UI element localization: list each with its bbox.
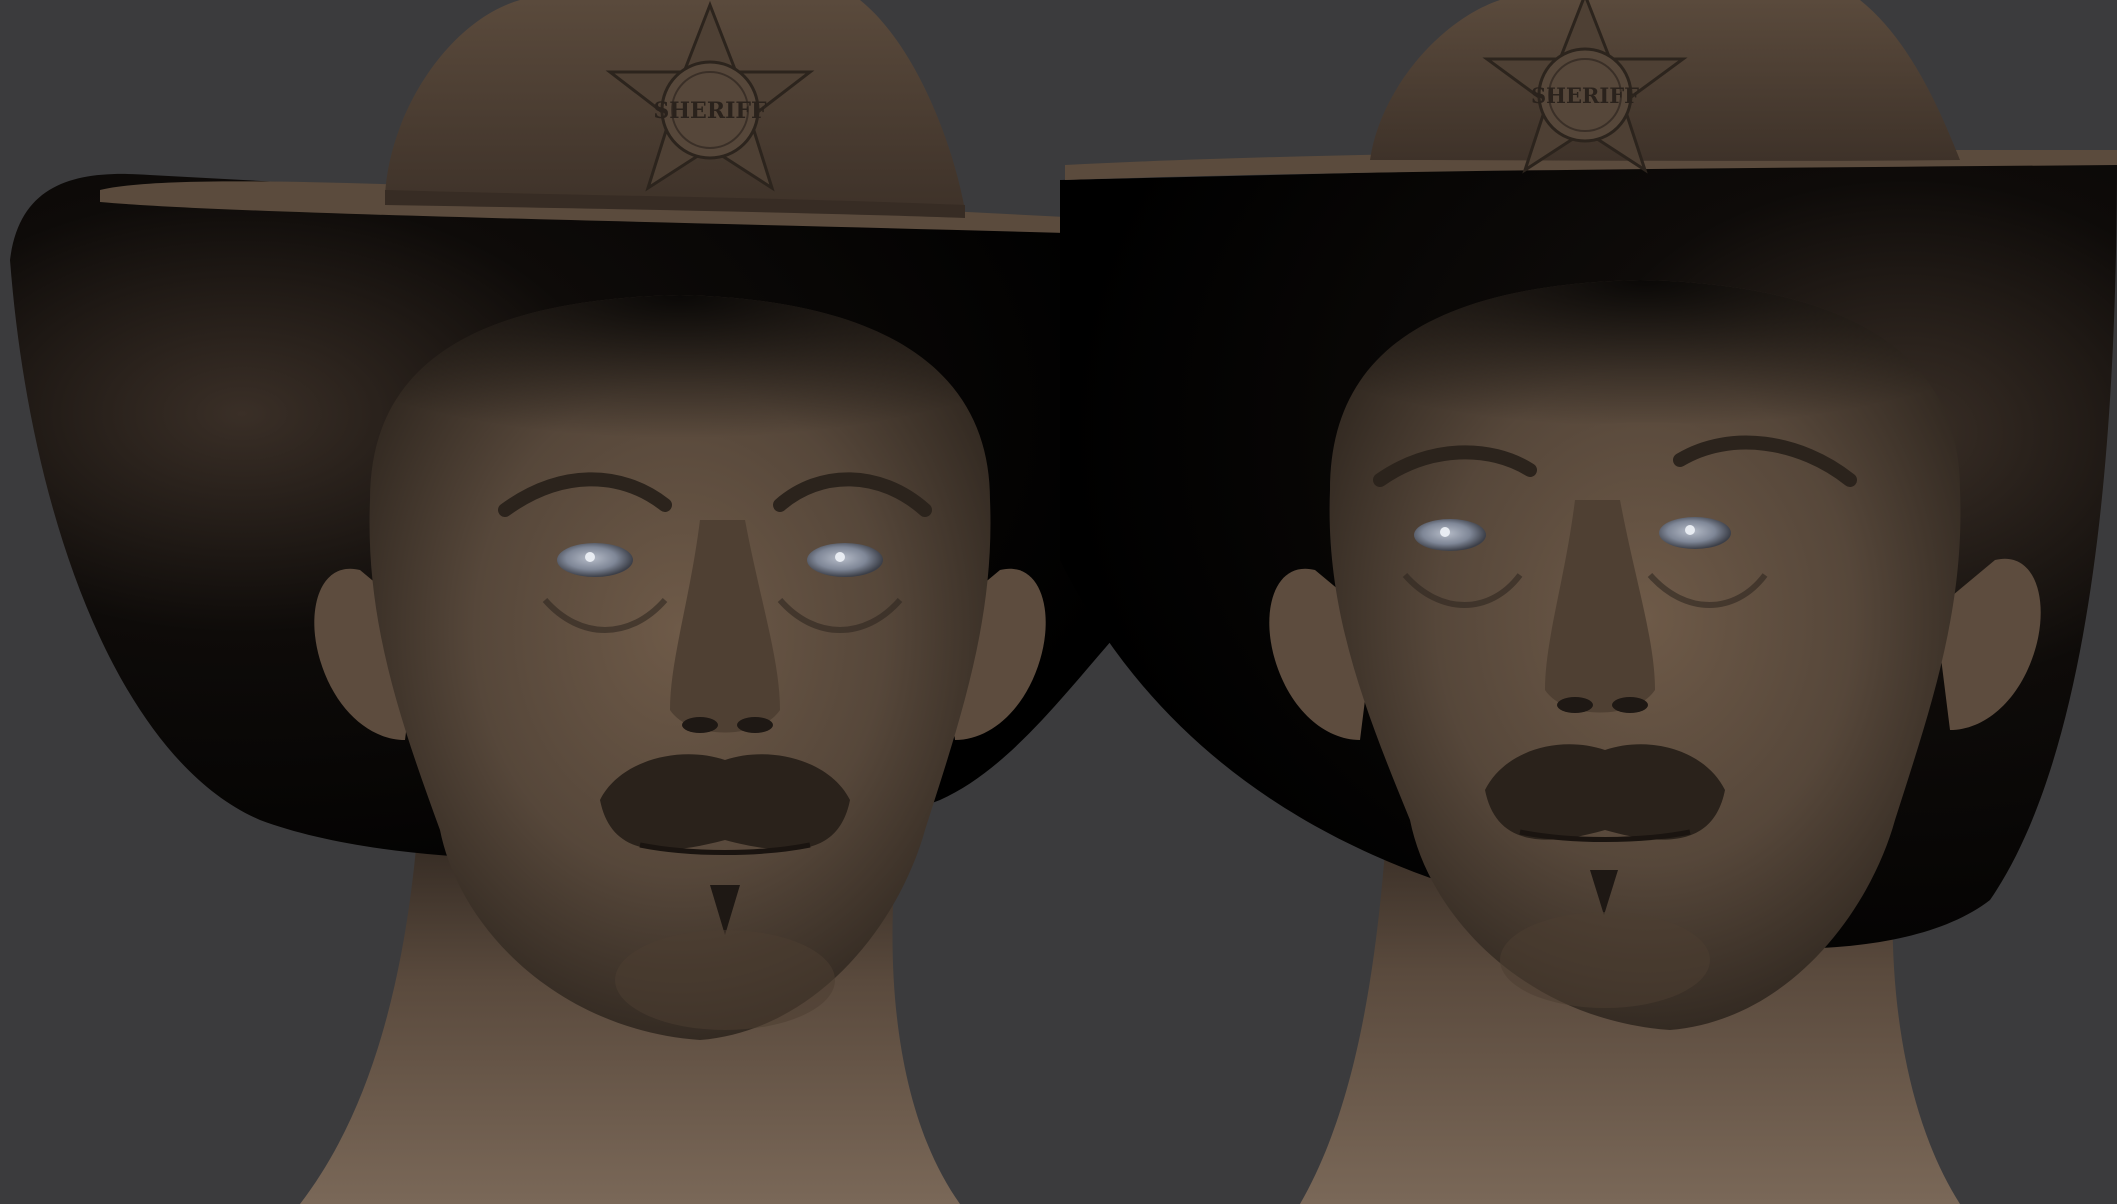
mustache	[1485, 744, 1725, 840]
render-viewport: SHERIFF SHERIFF	[0, 0, 2117, 1204]
right-eye	[807, 543, 883, 577]
mustache	[600, 754, 850, 850]
angle-render-canvas: SHERIFF	[1060, 0, 2117, 1204]
badge-text: SHERIFF	[1531, 83, 1639, 108]
badge-text: SHERIFF	[653, 98, 767, 124]
sheriff-bust-front-render: SHERIFF	[0, 0, 1170, 1204]
left-eye	[1414, 519, 1486, 551]
left-eye	[557, 543, 633, 577]
front-render-canvas: SHERIFF	[10, 0, 1170, 1204]
right-eye	[1659, 517, 1731, 549]
hat-crown	[1370, 0, 1960, 161]
sheriff-bust-angle-render: SHERIFF	[1060, 0, 2117, 1204]
